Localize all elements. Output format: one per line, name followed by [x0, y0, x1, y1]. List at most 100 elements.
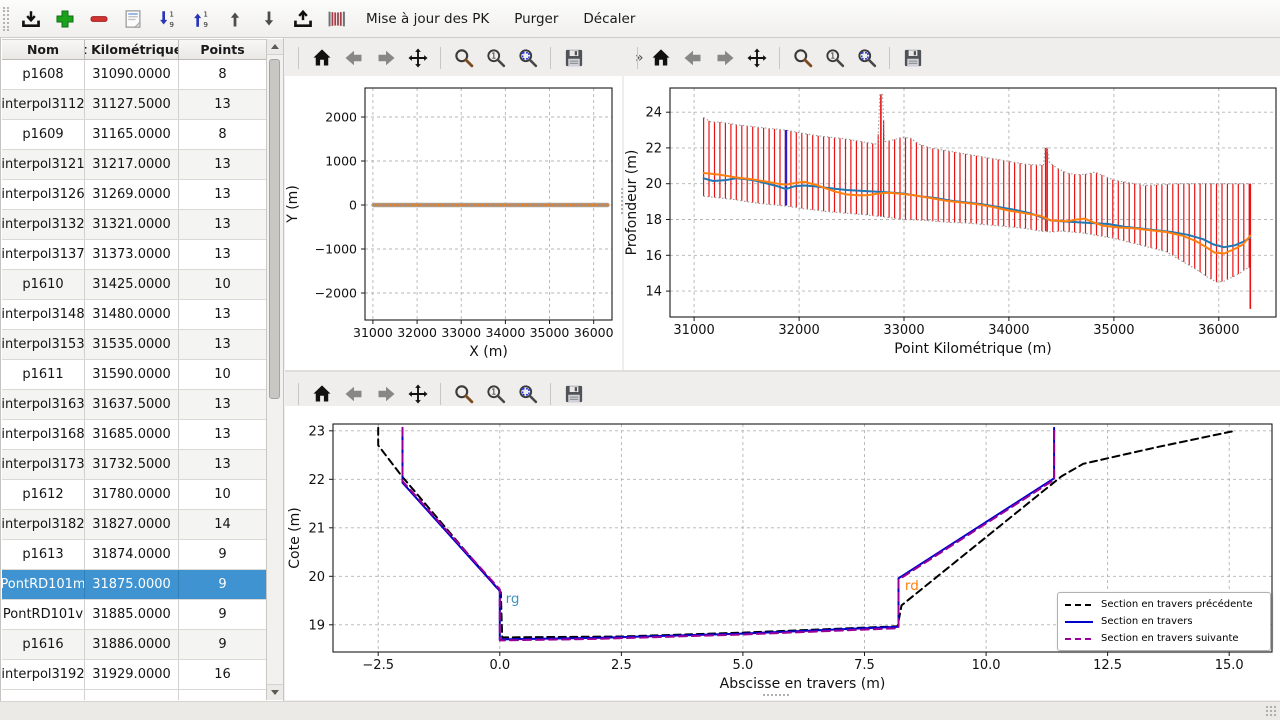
table-row[interactable]: interpol318231827.000014	[2, 510, 267, 540]
table-row[interactable]: interpol316831685.000013	[2, 420, 267, 450]
toolbar-drag-handle[interactable]	[3, 7, 9, 31]
column-header-points[interactable]: Points	[179, 40, 267, 59]
nav-save-button[interactable]	[561, 46, 586, 71]
cross-section-plot[interactable]: −2.50.02.55.07.510.012.515.01920212223Ab…	[285, 406, 1280, 700]
nav-zoom-button[interactable]	[451, 46, 476, 71]
y-tick-label: 2000	[325, 110, 357, 125]
sort-ascending-button[interactable]: 19	[186, 4, 215, 33]
edit-notes-button[interactable]	[118, 4, 147, 33]
svg-text:1: 1	[203, 9, 208, 18]
nav-forward-button[interactable]	[712, 46, 737, 71]
nav-zoom-fit-button[interactable]	[515, 382, 540, 407]
table-row[interactable]: p160831090.00008	[2, 60, 267, 90]
table-row[interactable]: interpol315331535.000013	[2, 330, 267, 360]
longitudinal-profile-plot[interactable]: 3100032000330003400035000360001416182022…	[624, 76, 1280, 370]
nav-zoom-one-button[interactable]: 1	[822, 46, 847, 71]
back-icon	[344, 48, 364, 68]
table-row[interactable]: interpol312631269.000013	[2, 180, 267, 210]
scrollbar-thumb[interactable]	[269, 59, 280, 399]
table-row[interactable]: interpol319231929.000016	[2, 660, 267, 690]
svg-text:1: 1	[169, 9, 174, 18]
sections-view-button[interactable]	[322, 4, 351, 33]
zoom-one-icon: 1	[825, 48, 845, 68]
nav-zoom-button[interactable]	[451, 382, 476, 407]
x-axis-label: X (m)	[469, 344, 508, 360]
scroll-up-button[interactable]	[267, 39, 283, 55]
cell-pk: 31535.0000	[85, 330, 179, 359]
nav-forward-button[interactable]	[373, 382, 398, 407]
minus-red-icon	[89, 9, 109, 29]
nav-home-button[interactable]	[309, 46, 334, 71]
table-row[interactable]: interpol312131217.000013	[2, 150, 267, 180]
sort-descending-button[interactable]: 19	[152, 4, 181, 33]
update-pk-button[interactable]: Mise à jour des PK	[356, 4, 499, 33]
home-icon	[312, 48, 332, 68]
y-tick-label: 20	[308, 570, 325, 585]
nav-forward-button[interactable]	[373, 46, 398, 71]
column-header-nom[interactable]: Nom	[2, 40, 85, 59]
triangle-up-icon	[271, 44, 279, 49]
purge-button[interactable]: Purger	[504, 4, 568, 33]
table-row[interactable]: p161231780.000010	[2, 480, 267, 510]
table-row[interactable]: interpol316331637.500013	[2, 390, 267, 420]
add-section-button[interactable]	[50, 4, 79, 33]
table-row[interactable]: p161331874.00009	[2, 540, 267, 570]
nav-home-button[interactable]	[648, 46, 673, 71]
nav-back-button[interactable]	[680, 46, 705, 71]
column-header-point-kilometrique[interactable]: t Kilométrique	[85, 40, 179, 59]
import-button[interactable]	[16, 4, 45, 33]
nav-zoom-button[interactable]	[790, 46, 815, 71]
cell-pk: 31874.0000	[85, 540, 179, 569]
sections-stripes-icon	[327, 9, 347, 29]
table-row[interactable]: interpol311231127.500013	[2, 90, 267, 120]
horizontal-splitter-handle[interactable]	[763, 694, 789, 696]
nav-pan-button[interactable]	[744, 46, 769, 71]
cell-nom: interpol3168	[2, 420, 85, 449]
export-button[interactable]	[288, 4, 317, 33]
table-row[interactable]: interpol313731373.000013	[2, 240, 267, 270]
table-row[interactable]: p161031425.000010	[2, 270, 267, 300]
move-down-button[interactable]	[254, 4, 283, 33]
nav-zoom-one-button[interactable]: 1	[483, 382, 508, 407]
window-resize-grip[interactable]	[1265, 705, 1278, 718]
move-up-button[interactable]	[220, 4, 249, 33]
svg-text:9: 9	[169, 20, 174, 29]
plan-view-plot[interactable]: 310003200033000340003500036000−2000−1000…	[285, 76, 622, 370]
vertical-splitter-handle[interactable]	[621, 188, 623, 214]
table-row[interactable]: p161631886.00009	[2, 630, 267, 660]
nav-zoom-fit-button[interactable]	[515, 46, 540, 71]
table-body: p160831090.00008interpol311231127.500013…	[2, 60, 267, 700]
table-row-selected[interactable]: PontRD101m31875.00009	[2, 570, 267, 600]
nav-back-button[interactable]	[341, 382, 366, 407]
zoom-icon	[454, 48, 474, 68]
table-row[interactable]: p161131590.000010	[2, 360, 267, 390]
remove-section-button[interactable]	[84, 4, 113, 33]
table-row[interactable]: interpol314831480.000013	[2, 300, 267, 330]
pan-icon	[747, 48, 767, 68]
table-row[interactable]: interpol313231321.000013	[2, 210, 267, 240]
nav-pan-button[interactable]	[405, 46, 430, 71]
scroll-down-button[interactable]	[267, 684, 283, 700]
y-tick-label: −1000	[315, 242, 357, 257]
nav-save-button[interactable]	[900, 46, 925, 71]
x-tick-label: 5.0	[733, 658, 754, 673]
nav-back-button[interactable]	[341, 46, 366, 71]
fig1-nav-toolbar: 1»	[298, 43, 644, 73]
nav-home-button[interactable]	[309, 382, 334, 407]
cell-nom: interpol3121	[2, 150, 85, 179]
cell-nom: p1608	[2, 60, 85, 89]
nav-zoom-one-button[interactable]: 1	[483, 46, 508, 71]
table-scrollbar[interactable]	[266, 39, 283, 700]
cell-nom: interpol3132	[2, 210, 85, 239]
table-row[interactable]: PontRD101v31885.00009	[2, 600, 267, 630]
back-icon	[683, 48, 703, 68]
nav-pan-button[interactable]	[405, 382, 430, 407]
shift-button[interactable]: Décaler	[573, 4, 645, 33]
table-row[interactable]: interpol317331732.500013	[2, 450, 267, 480]
x-tick-label: 34000	[988, 323, 1029, 338]
cell-nom: interpol3153	[2, 330, 85, 359]
cell-points: 13	[179, 240, 267, 269]
nav-zoom-fit-button[interactable]	[854, 46, 879, 71]
table-row[interactable]: p160931165.00008	[2, 120, 267, 150]
nav-save-button[interactable]	[561, 382, 586, 407]
